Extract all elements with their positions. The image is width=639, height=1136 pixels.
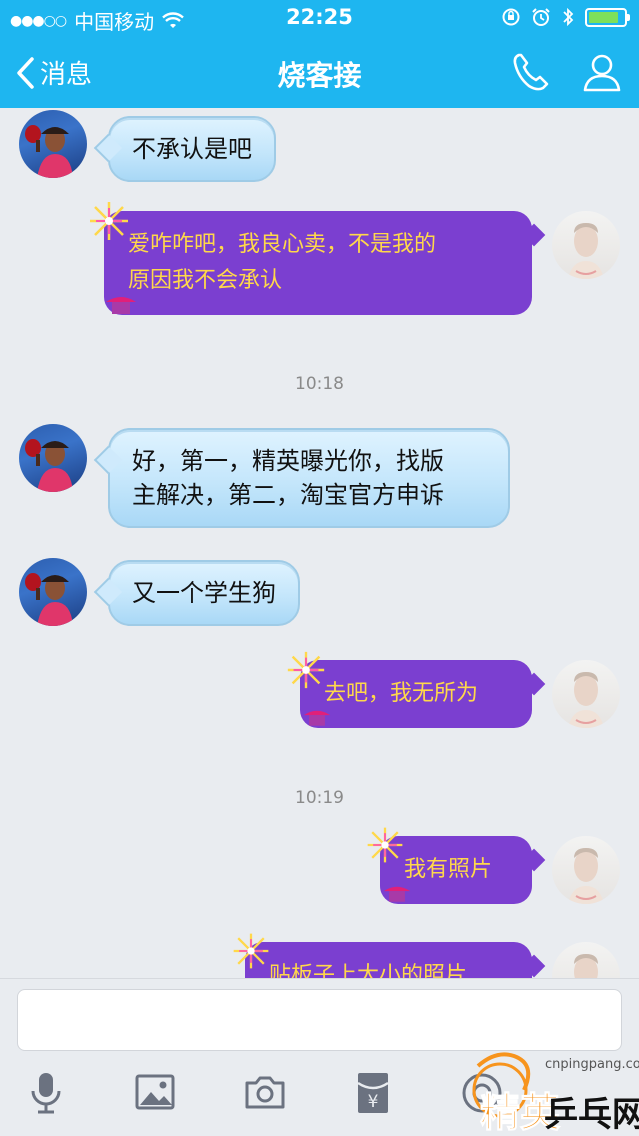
alarm-icon (532, 8, 550, 26)
contact-avatar[interactable] (19, 558, 87, 626)
nav-bar: 消息 烧客接 (0, 36, 639, 108)
message-bubble-incoming[interactable]: 又一个学生狗 (108, 560, 300, 626)
user-photo-image (568, 223, 604, 279)
message-text: 我有照片 (404, 857, 493, 882)
message-text: 爱咋咋吧，我良心卖，不是我的 (128, 232, 437, 257)
message-bubble-outgoing[interactable]: 爱咋咋吧，我良心卖，不是我的 原因我不会承认 (104, 211, 532, 315)
status-bar: ●●●○○ 中国移动 22:25 (0, 0, 639, 36)
table-tennis-player-image (25, 573, 73, 626)
message-list[interactable]: 不承认是吧 爱咋咋吧，我良心卖，不是我的 原因我不会承认 10:18 好，第一，… (0, 108, 639, 978)
pagoda-decoration-icon (303, 710, 331, 726)
message-bubble-incoming[interactable]: 好，第一，精英曝光你，找版 主解决，第二，淘宝官方申诉 (108, 428, 510, 528)
bluetooth-icon (563, 7, 574, 27)
message-text: 主解决，第二，淘宝官方申诉 (132, 481, 444, 509)
message-bubble-outgoing[interactable]: 去吧，我无所为 (300, 660, 532, 728)
user-photo-image (574, 954, 598, 978)
battery-level (589, 11, 618, 23)
pagoda-decoration-icon (383, 886, 411, 902)
contact-avatar[interactable] (19, 110, 87, 178)
orientation-lock-icon (502, 8, 520, 26)
my-avatar[interactable] (552, 836, 620, 904)
camera-icon[interactable] (244, 1071, 286, 1113)
message-text: 又一个学生狗 (132, 579, 276, 607)
pagoda-decoration-icon (106, 297, 136, 314)
my-avatar[interactable] (552, 942, 620, 978)
table-tennis-player-image (25, 125, 73, 178)
message-text: 好，第一，精英曝光你，找版 (132, 447, 444, 475)
message-text: 贴板子上大小的照片 (269, 963, 468, 978)
site-watermark-logo: cnpingpang.com 精英 乒乓网 (472, 1052, 639, 1136)
timestamp: 10:19 (295, 788, 344, 808)
my-avatar[interactable] (552, 660, 620, 728)
message-text: 去吧，我无所为 (324, 681, 479, 706)
timestamp: 10:18 (295, 374, 344, 394)
red-packet-icon[interactable]: ¥ (354, 1071, 392, 1115)
message-text: 不承认是吧 (132, 135, 252, 163)
user-photo-image (568, 672, 604, 728)
microphone-icon[interactable] (26, 1071, 66, 1115)
phone-icon[interactable] (510, 50, 554, 94)
user-photo-image (568, 848, 604, 904)
message-bubble-incoming[interactable]: 不承认是吧 (108, 116, 276, 182)
table-tennis-player-image (25, 439, 73, 492)
profile-icon[interactable] (580, 50, 624, 94)
message-bubble-outgoing[interactable]: 贴板子上大小的照片 (245, 942, 532, 978)
image-icon[interactable] (134, 1071, 176, 1113)
contact-avatar[interactable] (19, 424, 87, 492)
watermark-site: cnpingpang.com (545, 1057, 639, 1072)
battery-icon (585, 7, 630, 27)
firework-decoration-icon (90, 202, 128, 240)
svg-text:¥: ¥ (368, 1092, 379, 1112)
message-text: 原因我不会承认 (128, 268, 283, 293)
status-right (501, 7, 630, 27)
svg-text:乒乓网: 乒乓网 (544, 1095, 639, 1135)
my-avatar[interactable] (552, 211, 620, 279)
firework-decoration-icon (287, 651, 325, 689)
firework-decoration-icon (233, 933, 269, 969)
firework-decoration-icon (367, 827, 403, 863)
